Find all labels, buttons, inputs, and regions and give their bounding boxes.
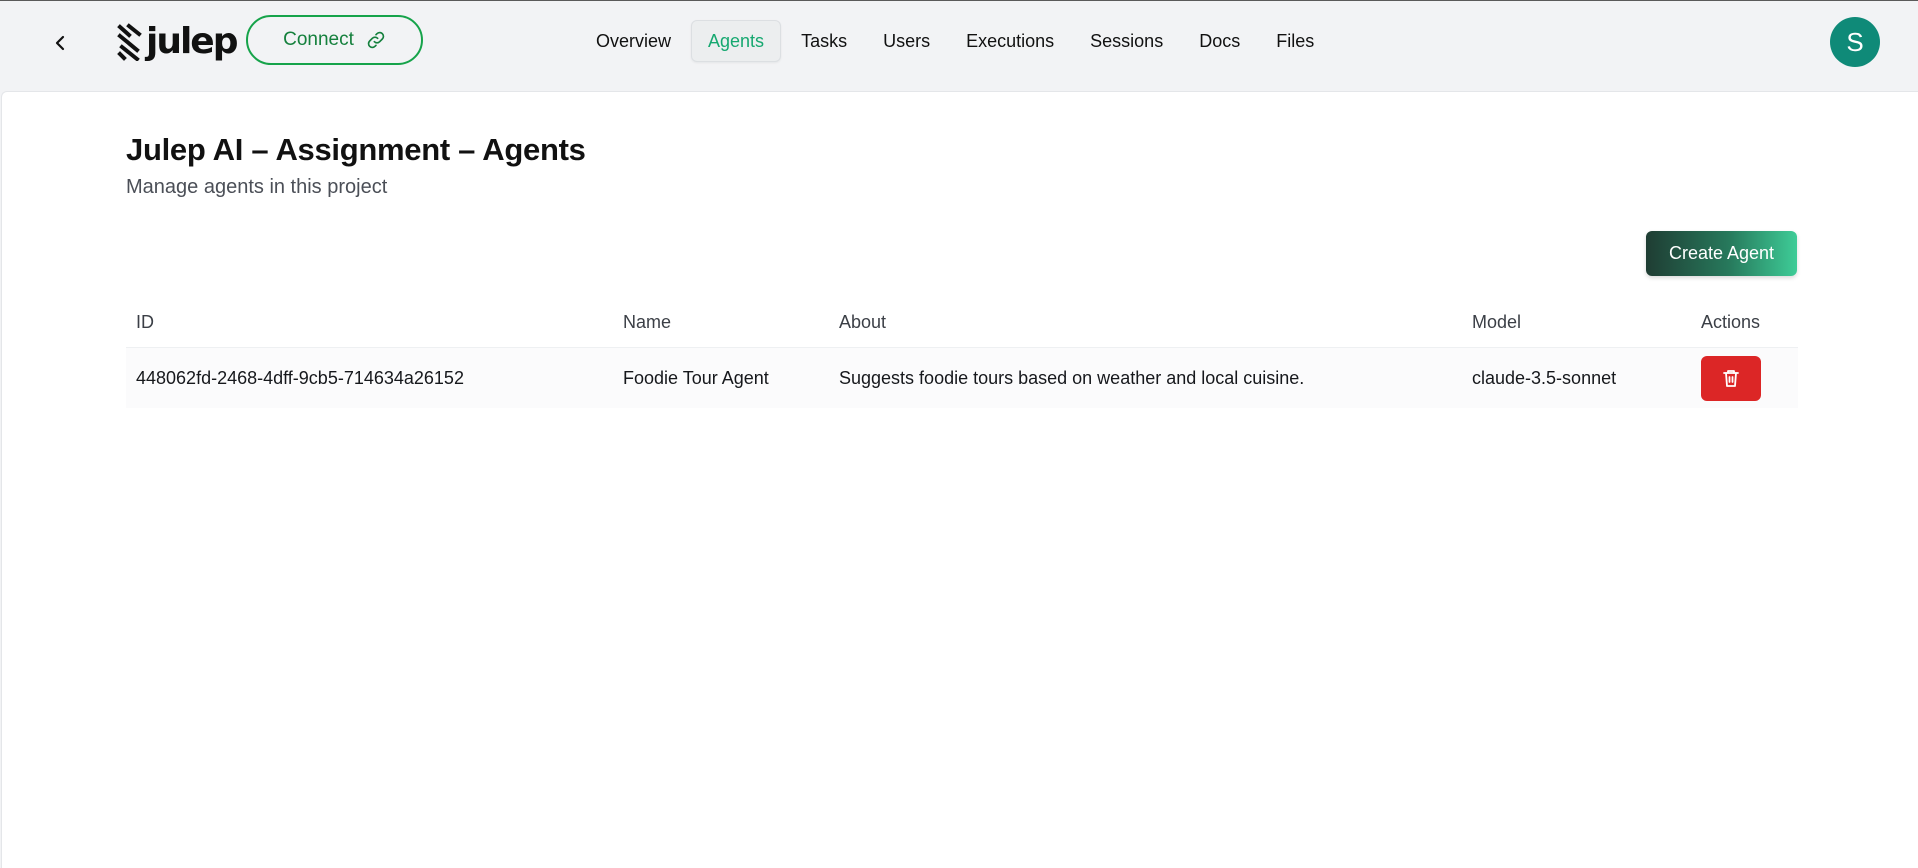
logo-text: julep bbox=[146, 21, 238, 62]
page-subtitle: Manage agents in this project bbox=[126, 176, 388, 198]
agent-id-cell: 448062fd-2468-4dff-9cb5-714634a26152 bbox=[136, 367, 464, 388]
page-title: Julep AI – Assignment – Agents bbox=[126, 132, 586, 167]
column-header-id: ID bbox=[136, 311, 154, 332]
nav-users[interactable]: Users bbox=[867, 20, 946, 62]
user-avatar[interactable]: S bbox=[1830, 17, 1880, 67]
nav-tasks[interactable]: Tasks bbox=[785, 20, 863, 62]
connect-label: Connect bbox=[283, 29, 354, 50]
nav-agents[interactable]: Agents bbox=[691, 20, 782, 62]
delete-agent-button[interactable] bbox=[1701, 355, 1761, 401]
nav-docs[interactable]: Docs bbox=[1183, 20, 1256, 62]
trash-icon bbox=[1723, 370, 1739, 387]
agents-table: ID Name About Model Actions 448062fd-246… bbox=[126, 297, 1798, 408]
agent-actions-cell bbox=[1691, 355, 1798, 401]
agent-name-cell: Foodie Tour Agent bbox=[623, 367, 769, 388]
column-header-name: Name bbox=[623, 311, 672, 332]
create-agent-button[interactable]: Create Agent bbox=[1646, 231, 1797, 276]
column-header-model: Model bbox=[1472, 311, 1522, 332]
chevron-left-icon bbox=[55, 35, 65, 51]
main-nav: Overview Agents Tasks Users Executions S… bbox=[580, 20, 1330, 62]
top-navigation-bar: julep Connect Overview Agents Tasks User… bbox=[0, 0, 1918, 90]
nav-overview[interactable]: Overview bbox=[580, 20, 687, 62]
nav-sessions[interactable]: Sessions bbox=[1074, 20, 1179, 62]
nav-executions[interactable]: Executions bbox=[950, 20, 1070, 62]
agent-model-cell: claude-3.5-sonnet bbox=[1472, 367, 1617, 388]
column-header-actions: Actions bbox=[1701, 311, 1761, 332]
table-header: ID Name About Model Actions bbox=[126, 297, 1798, 348]
julep-logo-mark bbox=[117, 23, 142, 61]
nav-files[interactable]: Files bbox=[1260, 20, 1330, 62]
connect-button[interactable]: Connect bbox=[246, 15, 423, 65]
julep-logo[interactable]: julep bbox=[117, 21, 238, 63]
table-row[interactable]: 448062fd-2468-4dff-9cb5-714634a26152 Foo… bbox=[126, 348, 1798, 408]
agent-about-cell: Suggests foodie tours based on weather a… bbox=[839, 367, 1305, 388]
column-header-about: About bbox=[839, 311, 887, 332]
back-button[interactable] bbox=[44, 27, 76, 59]
main-content: Julep AI – Assignment – Agents Manage ag… bbox=[1, 91, 1918, 868]
link-icon bbox=[367, 31, 385, 49]
